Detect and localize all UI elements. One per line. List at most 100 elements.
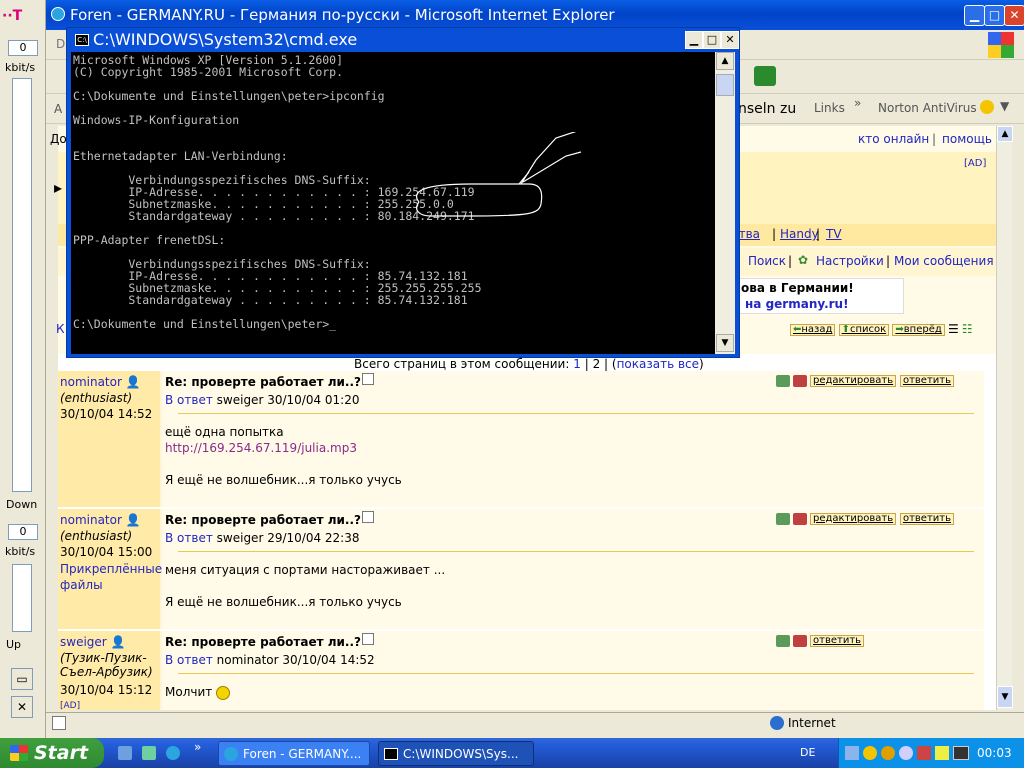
cmd-close-button[interactable]: ✕ (721, 31, 739, 49)
meter-window-icon[interactable]: ▭ (11, 668, 33, 690)
post-3-username[interactable]: sweiger (60, 635, 107, 649)
norton-label[interactable]: Norton AntiVirus (878, 101, 977, 115)
user-icon[interactable]: 👤 (126, 513, 141, 527)
address-label: A (54, 102, 63, 116)
chevron-right-icon[interactable]: » (854, 96, 861, 110)
print-icon[interactable] (793, 512, 807, 525)
quicklaunch-chevron-icon[interactable]: » (194, 740, 201, 754)
start-label: Start (34, 742, 89, 764)
post-1-link[interactable]: http://169.254.67.119/julia.mp3 (165, 441, 357, 455)
up-bar (12, 564, 32, 632)
post-2-edit-button[interactable]: редактировать (810, 512, 897, 525)
links-label[interactable]: Links (814, 101, 845, 115)
nav-forward-button[interactable]: ➡вперёд (892, 324, 945, 336)
ad-label[interactable]: [AD] (964, 158, 986, 169)
search-link[interactable]: Поиск (748, 254, 786, 268)
network-icon[interactable] (845, 746, 859, 760)
print-icon[interactable] (793, 634, 807, 647)
post-1-reply-button[interactable]: ответить (899, 374, 954, 387)
post-2-checkbox[interactable] (362, 511, 374, 523)
meter-tray-icon[interactable] (953, 746, 969, 760)
down-bar (12, 78, 32, 492)
cmd-title[interactable]: C:\WINDOWS\System32\cmd.exe (93, 30, 357, 49)
page-1-link[interactable]: 1 (573, 357, 581, 371)
cmd-minimize-button[interactable]: ▁ (685, 31, 703, 49)
start-button[interactable]: Start (0, 738, 104, 768)
toolbar-tool-icon[interactable] (754, 66, 776, 86)
settings-link[interactable]: Настройки (816, 254, 884, 268)
down-label: Down (6, 498, 38, 511)
nav-link-tv[interactable]: TV (826, 227, 842, 241)
post-1-actions: редактировать ответить (776, 373, 954, 387)
post-1-username[interactable]: nominator (60, 375, 122, 389)
user-icon[interactable]: 👤 (126, 375, 141, 389)
post-2-username[interactable]: nominator (60, 513, 122, 527)
system-tray: 00:03 (838, 738, 1024, 768)
taskbar-item-cmd-label: C:\WINDOWS\Sys... (403, 747, 519, 761)
show-all-link[interactable]: показать все (617, 357, 699, 371)
page-scrollbar[interactable]: ▲ ▼ (996, 126, 1013, 710)
quicklaunch-app-icon[interactable] (142, 746, 156, 760)
scroll-down-arrow[interactable]: ▼ (997, 686, 1013, 708)
ie-close-button[interactable]: ✕ (1004, 5, 1024, 26)
my-messages-link[interactable]: Мои сообщения (894, 254, 994, 268)
taskbar-item-ie[interactable]: Foren - GERMANY.... (218, 741, 370, 766)
profile-icon[interactable] (776, 512, 790, 525)
console-scroll-up[interactable]: ▲ (716, 52, 734, 70)
post-1-checkbox[interactable] (362, 373, 374, 385)
meter-close-icon[interactable]: ✕ (11, 696, 33, 718)
console-scroll-thumb[interactable] (716, 74, 734, 96)
scroll-up-arrow[interactable]: ▲ (997, 126, 1013, 142)
nav-back-button[interactable]: ⬅назад (790, 324, 836, 336)
profile-icon[interactable] (776, 634, 790, 647)
settings-icon[interactable]: ✿ (798, 253, 808, 267)
language-indicator[interactable]: DE (800, 746, 815, 759)
console-output[interactable]: Microsoft Windows XP [Version 5.1.2600] … (71, 52, 715, 354)
post-1-reply-prefix[interactable]: В ответ (165, 393, 213, 407)
ie-titlebar[interactable]: Foren - GERMANY.RU - Германия по-русски … (46, 0, 1024, 30)
profile-icon[interactable] (776, 374, 790, 387)
volume-tray-icon[interactable] (917, 746, 931, 760)
help-tray-icon[interactable] (899, 746, 913, 760)
quicklaunch-desktop-icon[interactable] (118, 746, 132, 760)
menu-partial: D (56, 37, 66, 51)
dropdown-arrow-icon[interactable]: ▼ (1000, 99, 1009, 113)
post-navigation: ⬅назад ⬆список ➡вперёд ☰ ☷ (790, 322, 973, 336)
ie-maximize-button[interactable]: □ (984, 5, 1005, 26)
post-1-edit-button[interactable]: редактировать (810, 374, 897, 387)
tree-view-icon[interactable]: ☷ (962, 322, 973, 336)
taskbar: Start » Foren - GERMANY.... C:\WINDOWS\S… (0, 738, 1024, 768)
norton-icon[interactable] (980, 100, 994, 114)
norton-tray-icon[interactable] (863, 746, 877, 760)
security-tray-icon[interactable] (881, 746, 895, 760)
kto-online-link[interactable]: кто онлайн (858, 132, 929, 146)
list-view-icon[interactable]: ☰ (948, 322, 959, 336)
post-3-reply-button[interactable]: ответить (810, 634, 865, 647)
print-icon[interactable] (793, 374, 807, 387)
ie-minimize-button[interactable]: ▁ (964, 5, 985, 26)
nav-forward-label: вперёд (903, 324, 942, 335)
post-2-date: 30/10/04 15:00 (60, 545, 153, 559)
taskbar-item-cmd[interactable]: C:\WINDOWS\Sys... (378, 741, 534, 766)
console-scroll-down[interactable]: ▼ (716, 334, 734, 352)
cmd-maximize-button[interactable]: □ (703, 31, 721, 49)
ie-app-icon (51, 7, 65, 21)
post-2-attachments-link[interactable]: Прикреплённые файлы (60, 561, 162, 593)
post-2-reply-button[interactable]: ответить (899, 512, 954, 525)
post-3-reply-prefix[interactable]: В ответ (165, 653, 213, 667)
post-2-reply-prefix[interactable]: В ответ (165, 531, 213, 545)
post-2-reply-to: sweiger 29/10/04 22:38 (216, 531, 360, 545)
help-link[interactable]: помощь (942, 132, 992, 146)
promo-banner[interactable]: ова в Германии! на germany.ru! (738, 278, 904, 314)
nav-list-button[interactable]: ⬆список (838, 324, 890, 336)
quicklaunch-ie-icon[interactable] (166, 746, 180, 760)
nav-link-handy[interactable]: Handy (780, 227, 819, 241)
cmd-task-icon (384, 748, 398, 760)
cmd-app-icon[interactable]: C:\ (75, 34, 89, 46)
app-tray-icon[interactable] (935, 746, 949, 760)
links-partial[interactable]: nseln zu (738, 101, 796, 117)
console-scrollbar[interactable]: ▲ ▼ (715, 52, 735, 354)
post-3-ad[interactable]: [AD] (60, 701, 80, 710)
user-icon[interactable]: 👤 (111, 635, 126, 649)
post-3-checkbox[interactable] (362, 633, 374, 645)
